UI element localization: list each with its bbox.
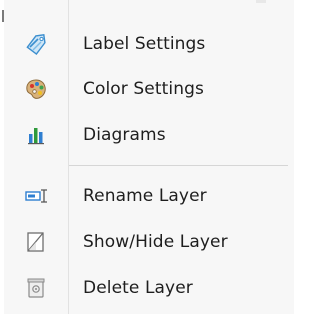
menu-item-label-settings[interactable]: Label Settings bbox=[6, 24, 286, 64]
context-menu: Label Settings Color Settings Diagrams R… bbox=[0, 0, 294, 314]
menu-item-color-settings[interactable]: Color Settings bbox=[6, 69, 286, 109]
menu-item-label: Show/Hide Layer bbox=[83, 232, 228, 252]
color-palette-icon bbox=[24, 77, 48, 101]
menu-item-label: Rename Layer bbox=[83, 186, 207, 206]
menu-left-edge bbox=[0, 0, 4, 314]
menu-item-label: Diagrams bbox=[83, 125, 166, 145]
menu-edge-mark bbox=[2, 10, 4, 22]
visibility-toggle-icon bbox=[24, 230, 48, 254]
menu-item-rename-layer[interactable]: Rename Layer bbox=[6, 176, 286, 216]
top-edge-mark bbox=[256, 0, 266, 3]
rename-icon bbox=[24, 184, 48, 208]
menu-item-delete-layer[interactable]: Delete Layer bbox=[6, 268, 286, 308]
menu-item-label: Label Settings bbox=[83, 34, 206, 54]
menu-separator bbox=[69, 165, 288, 166]
menu-item-show-hide-layer[interactable]: Show/Hide Layer bbox=[6, 222, 286, 262]
menu-item-label: Color Settings bbox=[83, 79, 204, 99]
menu-item-label: Delete Layer bbox=[83, 278, 193, 298]
menu-item-diagrams[interactable]: Diagrams bbox=[6, 115, 286, 155]
trash-icon bbox=[24, 276, 48, 300]
bar-chart-icon bbox=[24, 123, 48, 147]
label-settings-icon bbox=[24, 32, 48, 56]
